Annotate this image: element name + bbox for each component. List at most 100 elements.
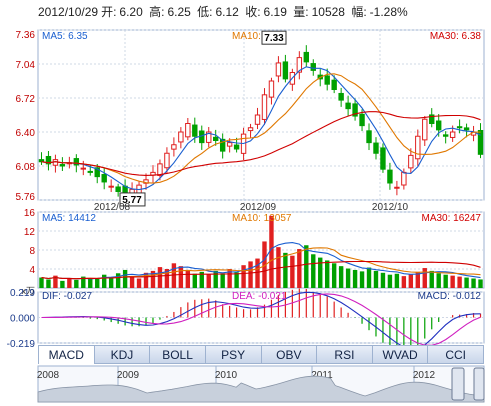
candle-body — [422, 118, 428, 141]
candle-body — [87, 170, 93, 173]
date-tick-label: 2012/09 — [240, 202, 277, 213]
timeline-year-label: 2009 — [117, 370, 140, 381]
candle-body — [164, 152, 170, 169]
volume-bar — [248, 261, 253, 288]
candle-body — [373, 142, 379, 154]
candle-body — [442, 134, 449, 137]
volume-ytick-label: 12 — [24, 227, 36, 238]
volume-bar — [373, 270, 379, 288]
volume-ytick-label: 16 — [24, 208, 36, 219]
tab-macd[interactable]: MACD — [38, 345, 95, 364]
tab-wvad[interactable]: WVAD — [372, 345, 429, 364]
volume-bar — [206, 274, 211, 288]
volume-bar — [408, 274, 414, 288]
volume-bar — [283, 252, 288, 288]
timeline-year-label: 2012 — [413, 370, 436, 381]
timeline-year-label: 2008 — [37, 370, 60, 381]
candle-body — [108, 185, 114, 188]
volume-bar — [129, 276, 135, 288]
candle-body — [456, 126, 463, 129]
candle-body — [226, 142, 233, 147]
volume-bar — [401, 276, 407, 288]
volume-bar — [185, 269, 191, 288]
volume-bar — [429, 270, 434, 288]
price-ytick-label: 7.36 — [16, 30, 36, 41]
candle-body — [171, 144, 177, 150]
candle-body — [261, 94, 268, 120]
volume-bar — [297, 249, 302, 288]
timeline-year-label: 2010 — [215, 370, 238, 381]
volume-bar — [464, 277, 469, 288]
volume-ytick-label: 8 — [29, 246, 35, 257]
tab-cci[interactable]: CCI — [428, 345, 484, 364]
macd-ytick-label: 0.219 — [10, 288, 35, 299]
candle-body — [59, 164, 66, 167]
candle-body — [247, 127, 254, 132]
dif-label: DIF: -0.027 — [42, 291, 92, 302]
volume-bar — [450, 275, 455, 288]
volume-bar — [241, 265, 246, 288]
volume-bar — [220, 273, 225, 288]
candle-body — [436, 120, 442, 131]
candle-body — [338, 92, 344, 101]
volume-bar — [115, 273, 121, 288]
candle-body — [324, 75, 330, 85]
timeline-left-handle — [451, 367, 465, 401]
volume-bar — [171, 263, 177, 288]
candle-body — [282, 61, 289, 80]
price-ytick-label: 6.08 — [16, 162, 36, 173]
volume-bar — [318, 257, 323, 288]
date-tick-label: 2012/08 — [94, 202, 131, 213]
tab-boll[interactable]: BOLL — [150, 345, 206, 364]
dea-label: DEA: -0.021 — [232, 291, 287, 302]
candle-body — [192, 124, 198, 137]
candle-body — [394, 186, 400, 189]
candle-body — [185, 123, 191, 138]
macd-ytick-label: -0.219 — [7, 339, 36, 350]
candle-body — [233, 144, 240, 150]
candle-body — [359, 113, 365, 127]
timeline-right-handle — [473, 367, 485, 401]
candle-body — [178, 131, 184, 143]
volume-bar — [366, 267, 372, 288]
volume-ma10-label: MA10: 13057 — [232, 213, 292, 224]
candle-body — [157, 163, 163, 176]
candle-body — [254, 114, 261, 125]
volume-bar — [352, 269, 358, 288]
candle-body — [463, 127, 470, 131]
candle-body — [80, 167, 86, 170]
volume-bar — [60, 280, 65, 288]
macd-label: MACD: -0.012 — [418, 291, 482, 302]
volume-bar — [95, 278, 100, 288]
candle-body — [401, 171, 407, 186]
macd-ytick-label: 0.000 — [10, 314, 35, 325]
volume-bar — [380, 272, 386, 288]
volume-bar — [122, 269, 128, 288]
volume-bar — [457, 276, 462, 288]
volume-bar — [394, 273, 400, 288]
volume-bar — [255, 258, 260, 288]
volume-bar — [74, 279, 79, 288]
volume-bar — [478, 279, 483, 288]
candle-body — [449, 131, 456, 138]
candle-body — [387, 169, 393, 184]
tab-kdj[interactable]: KDJ — [94, 345, 151, 364]
price-ytick-label: 6.40 — [16, 128, 36, 139]
volume-bar — [192, 273, 197, 288]
volume-bar — [311, 254, 316, 288]
volume-bar — [422, 268, 427, 288]
volume-ytick-label: 4 — [29, 265, 35, 276]
tab-rsi[interactable]: RSI — [317, 345, 373, 364]
peak-label: 7.33 — [264, 33, 284, 44]
volume-bar — [178, 266, 184, 288]
indicator-tabs: MACD KDJ BOLL PSY OBV RSI WVAD CCI — [38, 345, 484, 364]
volume-bar — [39, 277, 44, 288]
candle-body — [408, 154, 414, 169]
volume-bar — [345, 268, 351, 288]
candle-body — [115, 186, 121, 192]
tab-psy[interactable]: PSY — [205, 345, 262, 364]
candle-body — [303, 51, 309, 63]
volume-ma30-label: MA30: 16247 — [422, 213, 482, 224]
tab-obv[interactable]: OBV — [261, 345, 318, 364]
ma5-label: MA5: 6.35 — [42, 31, 88, 42]
